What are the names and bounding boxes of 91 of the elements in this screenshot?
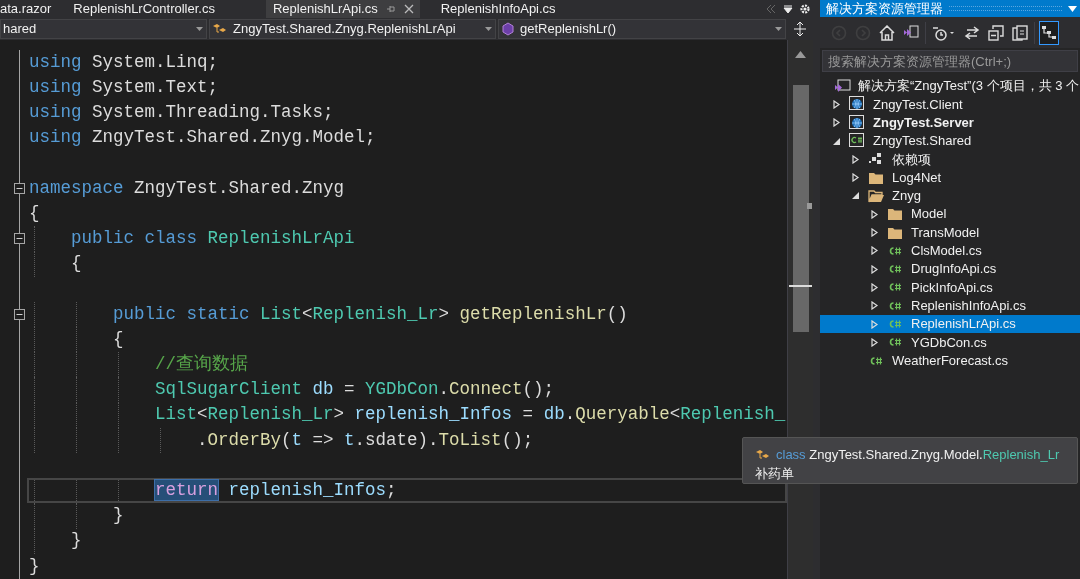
code-line: List<Replenish_Lr> replenish_Infos = db.Queryable<Replenish_ <box>155 406 786 424</box>
preview-icon <box>1041 24 1057 41</box>
tree-item[interactable]: ZngyTest.Server <box>873 113 974 133</box>
code-line: return replenish_Infos; <box>155 482 397 500</box>
collapse-box-icon[interactable] <box>14 233 25 245</box>
file-tab[interactable]: ReplenishLrController.cs <box>73 0 215 18</box>
expand-arrow-icon[interactable] <box>870 209 879 219</box>
search-field[interactable]: 搜索解决方案资源管理器(Ctrl+;) <box>822 50 1078 72</box>
member-dropdown[interactable]: getReplenishLr() <box>498 19 786 39</box>
tooltip-signature: class ZngyTest.Shared.Znyg.Model.Replenish_Lr <box>776 446 1060 464</box>
scroll-marker <box>807 203 812 209</box>
sync-icon <box>964 24 980 41</box>
tooltip-description: 补药单 <box>755 465 794 482</box>
expand-arrow-icon[interactable] <box>870 264 879 274</box>
file-tab[interactable]: ata.razor <box>0 0 52 18</box>
code-line: } <box>71 532 82 550</box>
code-line: public static List<Replenish_Lr> getReplenishLr() <box>113 305 628 324</box>
tree-item[interactable]: WeatherForecast.cs <box>892 350 1009 371</box>
collapse-arrow-icon[interactable] <box>832 136 841 146</box>
project-dropdown[interactable]: hared <box>0 19 207 39</box>
class-icon <box>755 448 771 461</box>
expand-arrow-icon[interactable] <box>870 337 879 347</box>
code-line: using ZngyTest.Shared.Znyg.Model; <box>29 129 376 147</box>
settings-icon[interactable] <box>799 3 811 15</box>
code-line: SqlSugarClient db = YGDbCon.Connect(); <box>155 381 555 399</box>
code-line: { <box>71 255 82 273</box>
class-icon <box>212 23 228 35</box>
tree-item[interactable]: ReplenishInfoApi.cs <box>911 295 1026 316</box>
expand-arrow-icon[interactable] <box>832 118 841 128</box>
expand-arrow-icon[interactable] <box>832 99 841 109</box>
switch-views-icon <box>903 24 919 41</box>
caret-icon <box>196 27 203 31</box>
web-project-icon <box>849 96 865 113</box>
csharp-project-icon <box>849 133 865 150</box>
tree-item[interactable]: Log4Net <box>892 167 942 188</box>
solution-icon <box>834 79 852 94</box>
code-line: .OrderBy(t => t.sdate).ToList(); <box>197 431 534 450</box>
tree-item[interactable]: Model <box>911 204 947 224</box>
selected-tree-row[interactable]: ReplenishLrApi.cs <box>820 314 1080 334</box>
code-line: using System.Threading.Tasks; <box>29 104 334 122</box>
tree-item[interactable]: 解决方案“ZngyTest”(3 个项目，共 3 个 <box>858 76 1080 96</box>
code-line: { <box>113 330 124 349</box>
code-line: namespace ZngyTest.Shared.Znyg <box>29 179 345 198</box>
code-line: } <box>113 507 124 525</box>
caret-icon <box>775 27 782 31</box>
caret-position-marker <box>789 285 812 287</box>
split-icon <box>794 22 806 36</box>
dropdown-icon[interactable] <box>783 4 793 14</box>
scroll-up-arrow-icon[interactable] <box>795 51 806 58</box>
preview-button[interactable] <box>1039 20 1059 45</box>
code-line: using System.Linq; <box>29 53 219 72</box>
type-dropdown[interactable]: ZngyTest.Shared.Znyg.ReplenishLrApi <box>209 19 496 39</box>
code-comment: //查询数据 <box>155 356 248 374</box>
collapse-box-icon[interactable] <box>14 182 25 194</box>
overflow-icon[interactable] <box>765 4 777 14</box>
expand-arrow-icon[interactable] <box>870 282 879 292</box>
tree-item[interactable]: 依赖项 <box>892 149 931 170</box>
file-tab[interactable]: ReplenishInfoApi.cs <box>440 0 556 18</box>
collapse-arrow-icon[interactable] <box>851 191 860 201</box>
tree-item[interactable]: TransModel <box>911 222 980 243</box>
collapse-all-icon <box>988 24 1004 41</box>
pin-icon[interactable] <box>385 4 396 14</box>
tree-item[interactable]: DrugInfoApi.cs <box>911 259 997 279</box>
expand-arrow-icon[interactable] <box>870 228 879 237</box>
caret-icon <box>485 27 492 31</box>
method-icon <box>501 22 515 36</box>
close-icon[interactable] <box>403 4 414 14</box>
folder-icon <box>887 206 903 223</box>
code-line: using System.Text; <box>29 79 219 97</box>
expand-arrow-icon[interactable] <box>851 154 860 164</box>
tree-item[interactable]: ZngyTest.Shared <box>873 131 972 151</box>
expand-arrow-icon[interactable] <box>870 246 879 256</box>
pending-changes-icon <box>932 24 956 41</box>
tree-item[interactable]: Znyg <box>892 186 921 206</box>
code-line: } <box>29 557 40 576</box>
home-icon <box>879 24 895 41</box>
web-project-icon <box>849 114 865 131</box>
show-all-files-icon <box>1012 24 1028 41</box>
tree-item[interactable]: YGDbCon.cs <box>911 332 987 353</box>
code-line: public class ReplenishLrApi <box>71 230 355 248</box>
open-folder-icon <box>868 187 884 204</box>
expand-arrow-icon[interactable] <box>870 301 879 311</box>
tree-item[interactable]: ClsModel.cs <box>911 241 982 261</box>
code-line: { <box>29 204 40 223</box>
collapse-box-icon[interactable] <box>14 308 25 320</box>
expand-arrow-icon[interactable] <box>851 173 860 183</box>
tree-item[interactable]: ZngyTest.Client <box>873 94 963 115</box>
tree-item[interactable]: PickInfoApi.cs <box>911 277 993 298</box>
scrollbar-thumb[interactable] <box>793 85 809 332</box>
tree-item[interactable]: ReplenishLrApi.cs <box>911 314 1016 334</box>
panel-title: 解决方案资源管理器 <box>826 0 943 18</box>
